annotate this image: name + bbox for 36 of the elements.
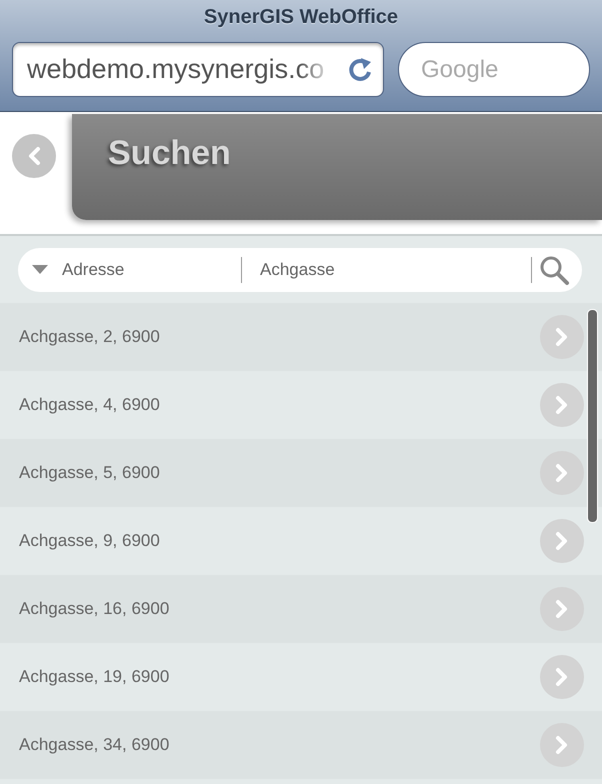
chevron-right-icon — [554, 531, 570, 551]
open-result-button[interactable] — [540, 655, 584, 699]
window-title: SynerGIS WebOffice — [204, 6, 398, 30]
result-label: Achgasse, 19, 6900 — [19, 667, 170, 687]
chevron-right-icon — [554, 667, 570, 687]
chevron-right-icon — [554, 599, 570, 619]
open-result-button[interactable] — [540, 451, 584, 495]
open-result-button[interactable] — [540, 587, 584, 631]
open-result-button[interactable] — [540, 383, 584, 427]
chevron-right-icon — [554, 395, 570, 415]
search-field[interactable]: Adresse Achgasse — [18, 248, 582, 292]
result-label: Achgasse, 5, 6900 — [19, 463, 161, 483]
dropdown-triangle-icon — [32, 264, 48, 274]
result-row[interactable]: Achgasse, 5, 6900 — [0, 439, 602, 507]
result-label: Achgasse, 16, 6900 — [19, 599, 170, 619]
category-dropdown[interactable]: Adresse — [32, 256, 242, 282]
open-result-button[interactable] — [540, 723, 584, 767]
chevron-right-icon — [554, 463, 570, 483]
result-row[interactable]: Achgasse, 34, 6900 — [0, 711, 602, 779]
address-field[interactable]: webdemo.mysynergis.co — [12, 42, 384, 97]
result-label: Achgasse, 4, 6900 — [19, 395, 161, 415]
result-row[interactable]: Achgasse, 2, 6900 — [0, 303, 602, 371]
chevron-right-icon — [554, 327, 570, 347]
chevron-left-icon — [26, 146, 42, 166]
reload-icon[interactable] — [347, 56, 373, 84]
chevron-right-icon — [554, 735, 570, 755]
result-label: Achgasse, 2, 6900 — [19, 327, 161, 347]
search-input[interactable]: Achgasse — [242, 256, 532, 282]
result-label: Achgasse, 9, 6900 — [19, 531, 161, 551]
search-icon — [538, 254, 570, 286]
back-button[interactable] — [12, 134, 56, 178]
result-row[interactable]: Achgasse, 16, 6900 — [0, 575, 602, 643]
open-result-button[interactable] — [540, 315, 584, 359]
page-title: Suchen — [108, 134, 231, 172]
open-result-button[interactable] — [540, 519, 584, 563]
result-label: Achgasse, 34, 6900 — [19, 735, 170, 755]
